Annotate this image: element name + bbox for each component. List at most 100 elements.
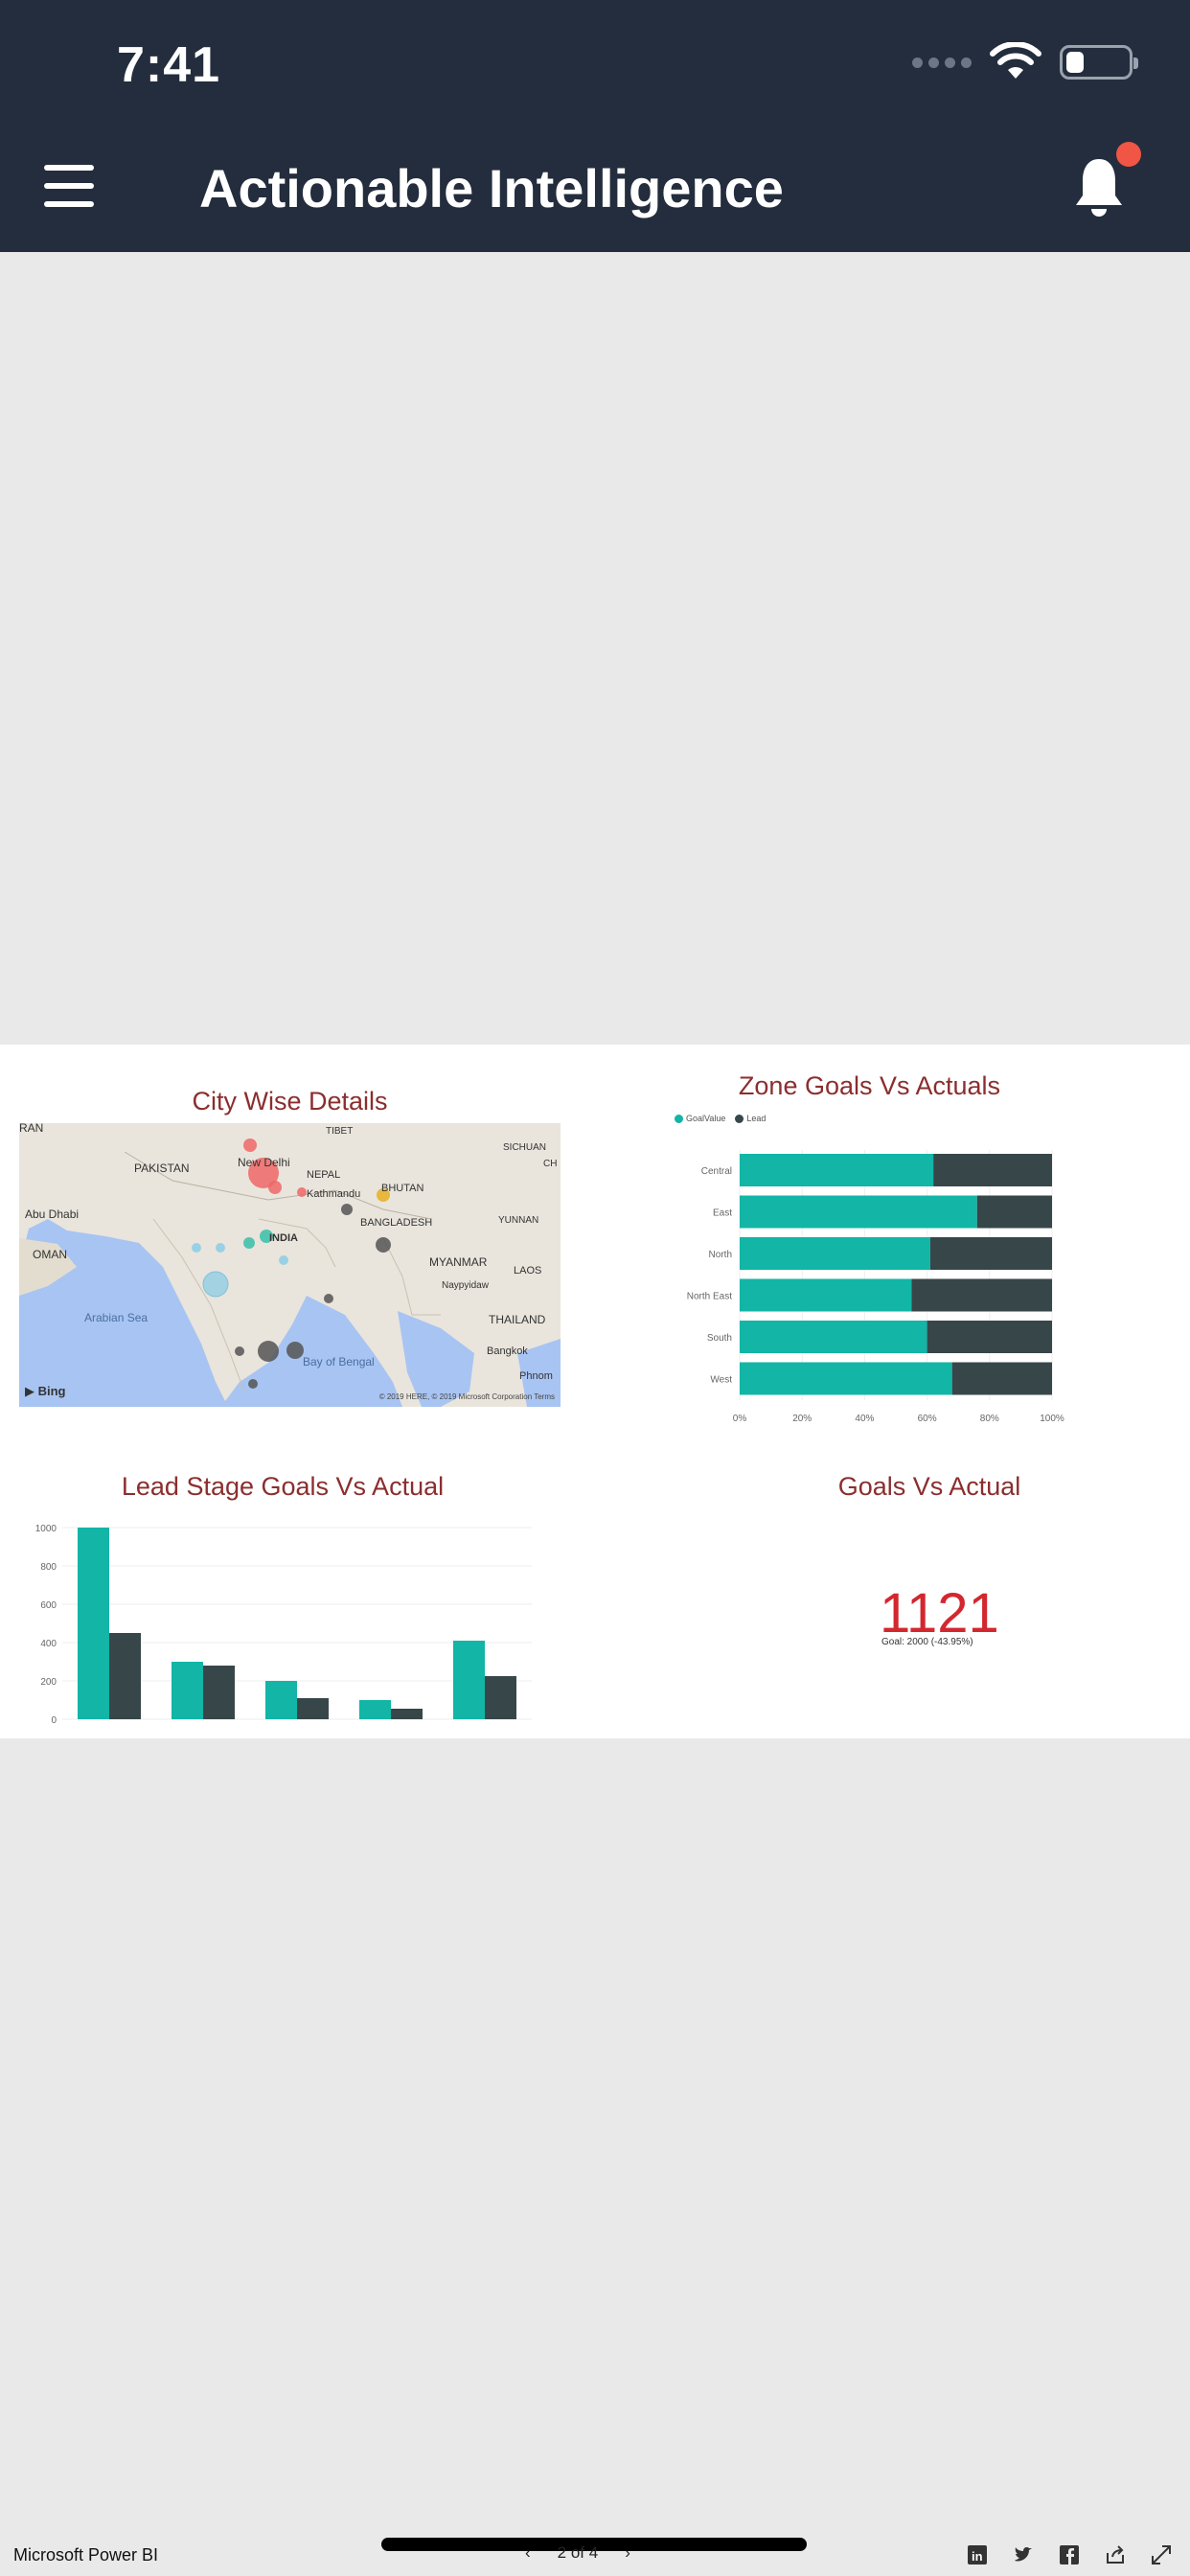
zone-bar-lead xyxy=(927,1321,1052,1353)
zone-bar-lead xyxy=(976,1195,1052,1229)
lead-y-tick: 200 xyxy=(40,1677,57,1688)
map-bubble-north-1 xyxy=(243,1138,257,1152)
map-label-ch: CH xyxy=(543,1159,558,1169)
facebook-icon[interactable] xyxy=(1058,2543,1081,2566)
map-label-nepal: NEPAL xyxy=(307,1169,341,1181)
map-label-new-delhi: New Delhi xyxy=(238,1156,290,1169)
map-label-arabian-sea: Arabian Sea xyxy=(84,1311,149,1324)
lead-y-tick: 400 xyxy=(40,1639,57,1649)
zone-bar-lead xyxy=(951,1362,1052,1395)
twitter-icon[interactable] xyxy=(1012,2543,1035,2566)
map-label-abu-dhabi: Abu Dhabi xyxy=(25,1208,80,1221)
zone-x-tick: 40% xyxy=(855,1414,874,1424)
zone-x-tick: 100% xyxy=(1040,1414,1064,1424)
map-label-bay-of-bengal: Bay of Bengal xyxy=(303,1355,375,1368)
map-bubble-north-3 xyxy=(297,1187,307,1197)
lead-y-tick: 600 xyxy=(40,1600,57,1611)
map-bubble-west-3 xyxy=(279,1255,288,1265)
notification-badge xyxy=(1116,142,1141,167)
linkedin-icon[interactable]: in xyxy=(966,2543,989,2566)
zone-bar-lead xyxy=(911,1278,1052,1312)
map-bubble-central-2 xyxy=(243,1237,255,1249)
lead-bar-goal xyxy=(359,1700,391,1719)
map-label-sichuan: SICHUAN xyxy=(503,1142,547,1153)
lead-bar-actual xyxy=(391,1709,423,1719)
zone-category-label: Central xyxy=(701,1166,732,1177)
page-title: Actionable Intelligence xyxy=(199,158,784,218)
zone-x-tick: 60% xyxy=(918,1414,937,1424)
map-label-phnom: Phnom xyxy=(519,1370,553,1382)
kpi-tile-title: Goals Vs Actual xyxy=(837,1472,1021,1501)
map-bubble-west-4 xyxy=(202,1271,229,1298)
map-copyright: © 2019 HERE, © 2019 Microsoft Corporatio… xyxy=(378,1392,555,1401)
bell-icon[interactable] xyxy=(1071,155,1127,218)
legend-item-lead[interactable]: Lead xyxy=(735,1114,766,1124)
share-bar: in xyxy=(966,2543,1173,2566)
cellular-signal-icon xyxy=(912,57,972,68)
lead-bar-actual xyxy=(485,1676,516,1719)
lead-bar-actual xyxy=(109,1633,141,1719)
map-bubble-west-1 xyxy=(192,1243,201,1253)
zone-bar-goalvalue xyxy=(740,1362,952,1395)
map-label-yunnan: YUNNAN xyxy=(498,1215,539,1226)
map-label-india: INDIA xyxy=(269,1232,298,1244)
share-icon[interactable] xyxy=(1104,2543,1127,2566)
lead-bar-actual xyxy=(203,1666,235,1719)
map-bubble-east-3 xyxy=(376,1237,391,1253)
map-label-pakistan: PAKISTAN xyxy=(134,1162,190,1175)
map-label-iran: RAN xyxy=(19,1123,44,1135)
map-bubble-south-1 xyxy=(324,1294,333,1303)
map-bubble-west-2 xyxy=(216,1243,225,1253)
map-label-oman: OMAN xyxy=(33,1248,67,1261)
zone-x-tick: 20% xyxy=(792,1414,812,1424)
chevron-right-icon[interactable]: › xyxy=(625,2543,630,2563)
wifi-icon xyxy=(990,42,1041,79)
map-label-bangkok: Bangkok xyxy=(487,1346,528,1357)
zone-bar-lead xyxy=(929,1237,1052,1270)
lead-y-tick: 1000 xyxy=(35,1524,57,1534)
footer-brand: Microsoft Power BI xyxy=(13,2545,159,2564)
map-label-tibet: TIBET xyxy=(326,1126,354,1137)
zone-chart-title: Zone Goals Vs Actuals xyxy=(738,1071,1001,1100)
status-indicators xyxy=(912,42,1138,82)
map-label-naypyidaw: Naypyidaw xyxy=(442,1280,489,1291)
expand-icon[interactable] xyxy=(1150,2543,1173,2566)
hamburger-menu-icon[interactable] xyxy=(44,165,94,207)
legend-item-goalvalue[interactable]: GoalValue xyxy=(675,1114,725,1124)
zone-category-label: West xyxy=(710,1375,732,1386)
map-label-myanmar: MYANMAR xyxy=(429,1255,488,1269)
map-label-kathmandu: Kathmandu xyxy=(307,1188,361,1200)
kpi-goal-text: Goal: 2000 (-43.95%) xyxy=(881,1637,973,1647)
lead-bar-goal xyxy=(265,1681,297,1719)
map-bubble-north-2 xyxy=(268,1181,282,1194)
lead-bar-goal xyxy=(453,1641,485,1719)
status-time: 7:41 xyxy=(117,37,221,93)
zone-bar-lead xyxy=(933,1154,1052,1186)
map-bubble-south-2 xyxy=(235,1346,244,1356)
zone-bar-goalvalue xyxy=(740,1195,977,1229)
lead-stage-chart[interactable]: 02004006008001000ColdDeadHotSoldWarm xyxy=(19,1514,541,1725)
bing-logo: ▶ Bing xyxy=(25,1384,66,1398)
city-map[interactable]: RAN PAKISTAN TIBET SICHUAN CH New Delhi … xyxy=(19,1123,561,1407)
map-bubble-east-2 xyxy=(341,1204,353,1215)
lead-y-tick: 800 xyxy=(40,1562,57,1573)
map-label-bhutan: BHUTAN xyxy=(381,1183,424,1194)
zone-category-label: South xyxy=(707,1333,732,1344)
map-bubble-south-5 xyxy=(248,1379,258,1389)
zone-chart-legend: GoalValue Lead xyxy=(675,1114,766,1124)
lead-bar-goal xyxy=(78,1528,109,1719)
bing-attribution: Bing xyxy=(37,1384,66,1398)
zone-category-label: North xyxy=(709,1250,732,1260)
zone-bar-goalvalue xyxy=(740,1321,927,1353)
map-label-laos: LAOS xyxy=(514,1265,542,1276)
lead-y-tick: 0 xyxy=(51,1715,57,1725)
zone-bar-goalvalue xyxy=(740,1154,934,1186)
lead-chart-title: Lead Stage Goals Vs Actual xyxy=(121,1472,445,1501)
lead-bar-goal xyxy=(172,1662,203,1719)
chevron-left-icon[interactable]: ‹ xyxy=(525,2543,531,2563)
map-tile-title: City Wise Details xyxy=(192,1087,388,1116)
app-header: 7:41 Actionable Intelligence xyxy=(0,0,1190,252)
lead-bar-actual xyxy=(297,1698,329,1719)
zone-bar-goalvalue xyxy=(740,1278,912,1312)
page-navigator: ‹ 2 of 4 › xyxy=(525,2543,630,2563)
